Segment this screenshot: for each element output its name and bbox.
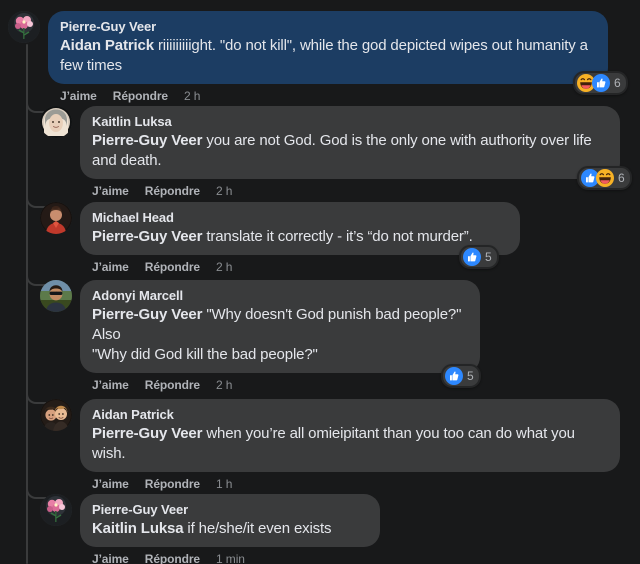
reaction-count: 5 <box>467 369 474 383</box>
reply-button[interactable]: Répondre <box>113 89 168 103</box>
woman-portrait-avatar-icon <box>40 106 72 138</box>
comment-actions: J’aime Répondre 2 h <box>80 378 480 392</box>
reply-button[interactable]: Répondre <box>145 477 200 491</box>
timestamp[interactable]: 2 h <box>216 378 232 392</box>
reply-button[interactable]: Répondre <box>145 260 200 274</box>
mention-link[interactable]: Pierre-Guy Veer <box>92 132 202 149</box>
comment-text: Pierre-Guy Veer "Why doesn't God punish … <box>92 305 468 365</box>
comment-text: Kaitlin Luksa if he/she/it even exists <box>92 519 368 539</box>
timestamp[interactable]: 1 h <box>216 477 232 491</box>
comment-bubble: Kaitlin Luksa Pierre-Guy Veer you are no… <box>80 106 620 179</box>
comment-bubble: Pierre-Guy Veer Aidan Patrick riiiiiiiii… <box>48 11 608 84</box>
like-button[interactable]: J’aime <box>92 184 129 198</box>
comment-author[interactable]: Michael Head <box>92 209 508 226</box>
like-button[interactable]: J’aime <box>92 378 129 392</box>
flower-bouquet-avatar-icon <box>8 11 40 43</box>
comment-item: Michael Head Pierre-Guy Veer translate i… <box>40 202 620 274</box>
timestamp[interactable]: 1 min <box>216 552 245 564</box>
like-reaction-icon <box>463 248 481 266</box>
person-red-jacket-avatar-icon <box>40 202 72 234</box>
timestamp[interactable]: 2 h <box>216 184 232 198</box>
avatar[interactable] <box>8 11 40 43</box>
comment-bubble: Pierre-Guy Veer Kaitlin Luksa if he/she/… <box>80 494 380 547</box>
like-button[interactable]: J’aime <box>92 552 129 564</box>
comment-body: translate it correctly - it’s “do not mu… <box>202 228 473 245</box>
like-button[interactable]: J’aime <box>60 89 97 103</box>
comment-item: Adonyi Marcell Pierre-Guy Veer "Why does… <box>40 280 620 392</box>
haha-reaction-icon <box>596 169 614 187</box>
reply-button[interactable]: Répondre <box>145 378 200 392</box>
mention-link[interactable]: Pierre-Guy Veer <box>92 228 202 245</box>
top-clipped-edge <box>0 0 640 4</box>
comment-item: Aidan Patrick Pierre-Guy Veer when you’r… <box>40 399 620 491</box>
comment-text: Pierre-Guy Veer translate it correctly -… <box>92 227 508 247</box>
timestamp[interactable]: 2 h <box>216 260 232 274</box>
comment-text: Pierre-Guy Veer you are not God. God is … <box>92 131 608 171</box>
avatar[interactable] <box>40 106 72 138</box>
avatar[interactable] <box>40 399 72 431</box>
comment-item: Pierre-Guy Veer Aidan Patrick riiiiiiiii… <box>8 11 608 103</box>
comment-text: Aidan Patrick riiiiiiiiight. "do not kil… <box>60 36 596 76</box>
comment-body: if he/she/it even exists <box>183 520 332 537</box>
comment-actions: J’aime Répondre 1 h <box>80 477 620 491</box>
reaction-pill[interactable]: 5 <box>441 364 481 388</box>
like-reaction-icon <box>592 74 610 92</box>
mention-link[interactable]: Pierre-Guy Veer <box>92 306 202 323</box>
comment-actions: J’aime Répondre 1 min <box>80 552 380 564</box>
reaction-pill[interactable]: 6 <box>573 71 628 95</box>
mention-link[interactable]: Kaitlin Luksa <box>92 520 184 537</box>
comment-author[interactable]: Pierre-Guy Veer <box>60 18 596 35</box>
comment-bubble: Michael Head Pierre-Guy Veer translate i… <box>80 202 520 255</box>
avatar[interactable] <box>40 280 72 312</box>
comment-author[interactable]: Adonyi Marcell <box>92 287 468 304</box>
comment-item: Pierre-Guy Veer Kaitlin Luksa if he/she/… <box>40 494 620 564</box>
mention-link[interactable]: Aidan Patrick <box>60 37 154 54</box>
man-sunglasses-avatar-icon <box>40 280 72 312</box>
comment-thread: Pierre-Guy Veer Aidan Patrick riiiiiiiii… <box>0 0 640 564</box>
timestamp[interactable]: 2 h <box>184 89 200 103</box>
like-button[interactable]: J’aime <box>92 477 129 491</box>
like-button[interactable]: J’aime <box>92 260 129 274</box>
reaction-count: 5 <box>485 250 492 264</box>
reply-button[interactable]: Répondre <box>145 184 200 198</box>
reaction-pill[interactable]: 6 <box>577 166 632 190</box>
reaction-pill[interactable]: 5 <box>459 245 499 269</box>
mention-link[interactable]: Pierre-Guy Veer <box>92 425 202 442</box>
avatar[interactable] <box>40 202 72 234</box>
comment-actions: J’aime Répondre 2 h <box>48 89 608 103</box>
avatar[interactable] <box>40 494 72 526</box>
reply-button[interactable]: Répondre <box>145 552 200 564</box>
reaction-count: 6 <box>614 76 621 90</box>
comment-author[interactable]: Pierre-Guy Veer <box>92 501 368 518</box>
like-reaction-icon <box>445 367 463 385</box>
comment-author[interactable]: Kaitlin Luksa <box>92 113 608 130</box>
comment-actions: J’aime Répondre 2 h <box>80 184 620 198</box>
comment-bubble: Aidan Patrick Pierre-Guy Veer when you’r… <box>80 399 620 472</box>
flower-bouquet-avatar-icon <box>40 494 72 526</box>
comment-actions: J’aime Répondre 2 h <box>80 260 520 274</box>
reaction-count: 6 <box>618 171 625 185</box>
comment-text: Pierre-Guy Veer when you’re all omieipit… <box>92 424 608 464</box>
comment-bubble: Adonyi Marcell Pierre-Guy Veer "Why does… <box>80 280 480 373</box>
comment-author[interactable]: Aidan Patrick <box>92 406 608 423</box>
two-people-avatar-icon <box>40 399 72 431</box>
comment-item: Kaitlin Luksa Pierre-Guy Veer you are no… <box>40 106 620 198</box>
